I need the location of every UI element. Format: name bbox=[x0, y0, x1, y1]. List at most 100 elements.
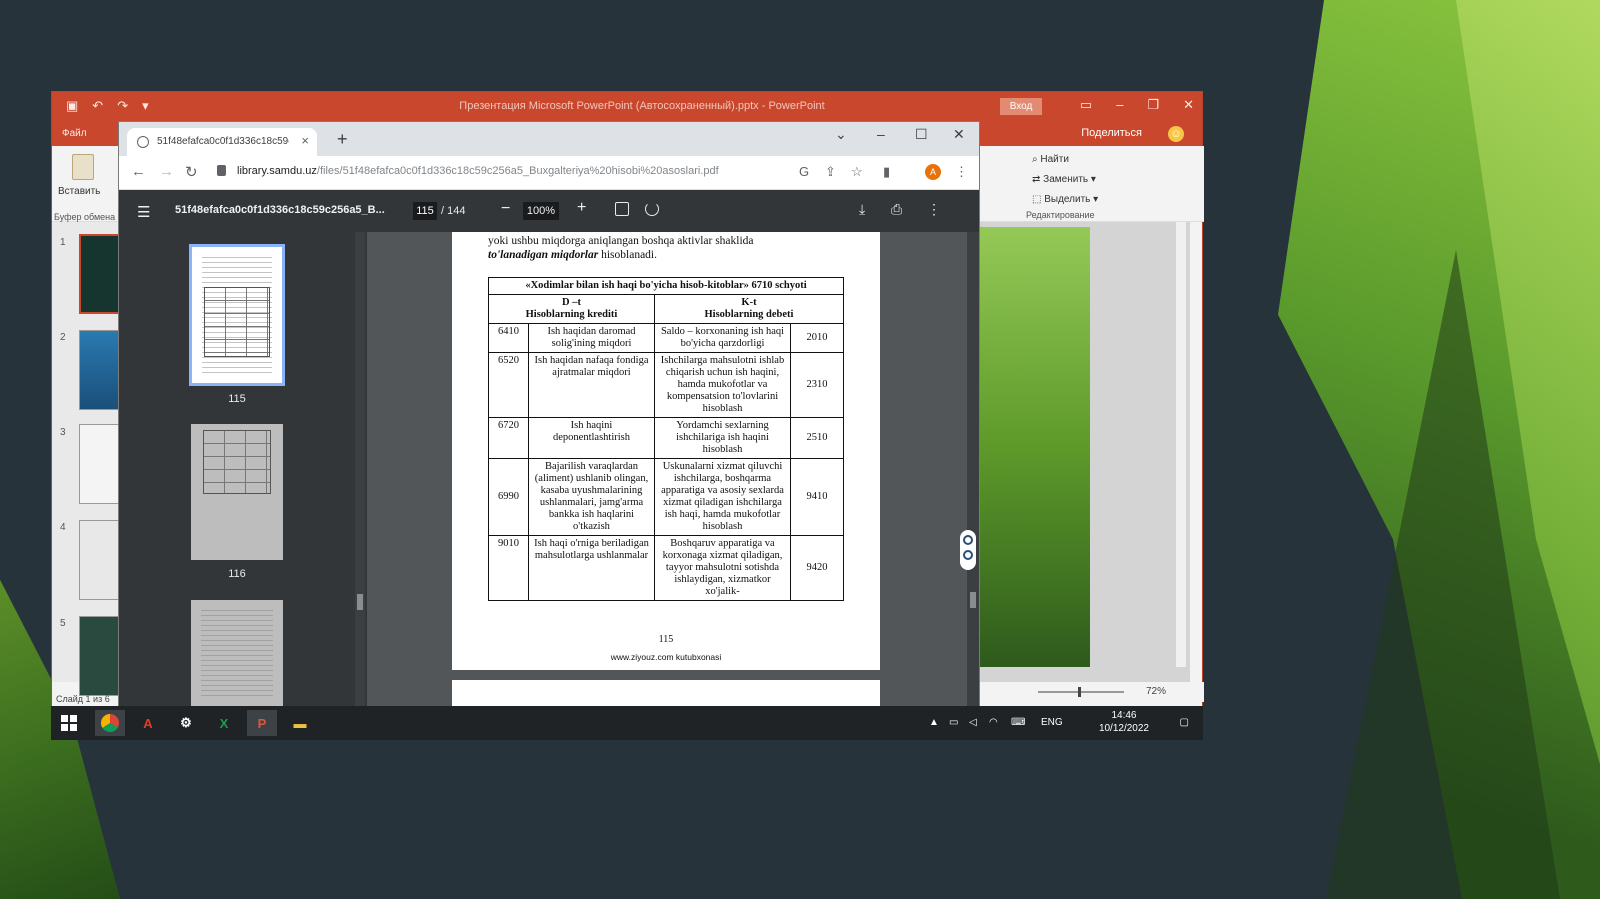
table-row: 9010 Ish haqi o'rniga beriladigan mahsul… bbox=[488, 535, 844, 601]
canvas-scrollbar[interactable] bbox=[1176, 222, 1186, 667]
document-scrollbar[interactable] bbox=[967, 232, 979, 707]
slide-canvas[interactable] bbox=[962, 222, 1190, 682]
keyboard-icon[interactable]: ⌨ bbox=[1011, 717, 1025, 728]
zoom-out-icon[interactable]: − bbox=[501, 200, 510, 218]
find-button[interactable]: ⌕ Найти bbox=[1032, 154, 1069, 165]
windows-start-icon[interactable] bbox=[61, 715, 77, 731]
chrome-taskbar-icon[interactable] bbox=[95, 710, 125, 736]
zoom-in-icon[interactable]: + bbox=[577, 199, 586, 217]
volume-icon[interactable]: ◁ bbox=[969, 717, 977, 728]
slide-number: 4 bbox=[60, 522, 66, 533]
table-cell: Uskunalarni xizmat qiluvchi ishchilarga,… bbox=[654, 458, 791, 536]
close-icon[interactable]: ✕ bbox=[953, 126, 965, 143]
notifications-icon[interactable]: ▢ bbox=[1180, 717, 1189, 728]
maximize-icon[interactable]: ❐ bbox=[1147, 97, 1159, 113]
slide-thumbnail[interactable] bbox=[79, 616, 120, 696]
zoom-input[interactable]: 100% bbox=[523, 202, 559, 220]
redo-icon[interactable]: ↷ bbox=[117, 98, 128, 114]
slide-number: 2 bbox=[60, 332, 66, 343]
table-cell: Boshqaruv apparatiga va korxonaga xizmat… bbox=[654, 535, 791, 601]
reload-icon[interactable]: ↻ bbox=[185, 163, 198, 181]
fit-to-page-icon[interactable] bbox=[615, 202, 629, 216]
document-scroll-handle[interactable] bbox=[970, 592, 976, 608]
table-row: 6990 Bajarilish varaqlardan (aliment) us… bbox=[488, 458, 844, 536]
new-tab-button[interactable]: + bbox=[337, 129, 348, 150]
target-circle-icon[interactable] bbox=[963, 550, 973, 560]
tray-overflow-icon[interactable]: ▲ bbox=[929, 717, 939, 728]
minimize-icon[interactable]: – bbox=[877, 126, 885, 142]
battery-icon[interactable]: ▭ bbox=[949, 717, 958, 728]
login-button[interactable]: Вход bbox=[1000, 98, 1042, 115]
tab-search-icon[interactable]: ⌄ bbox=[835, 126, 847, 143]
tab-title: 51f48efafca0c0f1d336c18c59c2... bbox=[157, 136, 289, 147]
slide-thumbnail[interactable] bbox=[79, 330, 120, 410]
slide-thumbnail[interactable] bbox=[79, 424, 120, 504]
language-indicator[interactable]: ENG bbox=[1041, 717, 1063, 728]
select-button[interactable]: ⬚ Выделить ▾ bbox=[1032, 194, 1098, 205]
slide-thumbnail[interactable] bbox=[79, 520, 120, 600]
print-icon[interactable]: ⎙ bbox=[891, 201, 902, 218]
floating-widget[interactable] bbox=[960, 530, 976, 570]
browser-toolbar: ← → ↻ library.samdu.uz/files/51f48efafca… bbox=[119, 156, 979, 190]
profile-avatar[interactable]: A bbox=[925, 164, 941, 180]
forward-icon[interactable]: → bbox=[159, 163, 174, 180]
feedback-smiley-icon[interactable]: ☺ bbox=[1168, 126, 1184, 142]
share-icon[interactable]: ⇪ bbox=[825, 164, 836, 180]
slide-status: Слайд 1 из 6 bbox=[56, 694, 110, 704]
side-panel-icon[interactable]: ▮ bbox=[883, 164, 890, 180]
rotate-icon[interactable] bbox=[645, 202, 659, 216]
close-icon[interactable]: ✕ bbox=[1183, 97, 1194, 113]
lock-icon[interactable] bbox=[217, 165, 226, 176]
page-thumbnail[interactable] bbox=[191, 424, 283, 560]
minimize-icon[interactable]: – bbox=[1116, 97, 1123, 113]
slides-pane: 1 2 3 4 5 bbox=[52, 222, 120, 696]
bookmark-star-icon[interactable]: ☆ bbox=[851, 164, 863, 180]
slide-number: 1 bbox=[60, 237, 66, 248]
more-options-icon[interactable]: ⋮ bbox=[927, 201, 941, 218]
page-total: / 144 bbox=[441, 205, 466, 217]
table-title: «Xodimlar bilan ish haqi bo'yicha hisob-… bbox=[488, 277, 844, 295]
page-thumbnail[interactable] bbox=[189, 244, 285, 386]
menu-kebab-icon[interactable]: ⋮ bbox=[955, 164, 968, 180]
clock[interactable]: 14:46 10/12/2022 bbox=[1099, 709, 1149, 735]
thumbnail-scrollbar[interactable] bbox=[355, 232, 365, 707]
paste-button[interactable]: Вставить bbox=[58, 186, 100, 197]
settings-gear-icon[interactable]: ⚙ bbox=[171, 710, 201, 736]
close-circle-icon[interactable] bbox=[963, 535, 973, 545]
thumbnail-scroll-handle[interactable] bbox=[357, 594, 363, 610]
slide-thumbnail[interactable] bbox=[79, 234, 120, 314]
powerpoint-taskbar-icon[interactable]: P bbox=[247, 710, 277, 736]
customize-icon[interactable]: ▾ bbox=[142, 98, 149, 114]
account-code: 2010 bbox=[790, 323, 844, 353]
save-icon[interactable]: ▣ bbox=[66, 98, 78, 114]
account-code: 2510 bbox=[790, 417, 844, 459]
account-code: 9010 bbox=[488, 535, 529, 601]
wifi-icon[interactable]: ◠ bbox=[989, 717, 998, 728]
page-number-label: 115 bbox=[658, 634, 674, 645]
sidebar-menu-icon[interactable]: ☰ bbox=[137, 203, 150, 221]
page-thumbnail[interactable] bbox=[191, 600, 283, 707]
ribbon-display-icon[interactable]: ▭ bbox=[1080, 97, 1092, 113]
zoom-level[interactable]: 72% bbox=[1146, 686, 1166, 697]
tab-file[interactable]: Файл bbox=[62, 128, 87, 139]
pdf-page: yoki ushbu miqdorga aniqlangan boshqa ak… bbox=[452, 232, 880, 670]
google-lens-icon[interactable]: G bbox=[799, 164, 809, 179]
address-bar[interactable]: library.samdu.uz/files/51f48efafca0c0f1d… bbox=[237, 165, 817, 177]
file-explorer-icon[interactable]: ▬ bbox=[285, 710, 315, 736]
acrobat-taskbar-icon[interactable]: A bbox=[133, 710, 163, 736]
replace-button[interactable]: ⇄ Заменить ▾ bbox=[1032, 174, 1096, 185]
undo-icon[interactable]: ↶ bbox=[92, 98, 103, 114]
zoom-slider[interactable] bbox=[1038, 687, 1124, 697]
back-icon[interactable]: ← bbox=[131, 163, 146, 180]
paste-icon[interactable] bbox=[72, 154, 94, 180]
download-icon[interactable]: ⤓ bbox=[859, 201, 865, 218]
browser-tab[interactable]: 51f48efafca0c0f1d336c18c59c2... × bbox=[127, 128, 317, 156]
zoom-slider-thumb[interactable] bbox=[1078, 687, 1081, 697]
share-button[interactable]: Поделиться bbox=[1081, 127, 1142, 139]
close-tab-icon[interactable]: × bbox=[301, 133, 309, 148]
page-number-input[interactable]: 115 bbox=[413, 202, 437, 220]
excel-taskbar-icon[interactable]: X bbox=[209, 710, 239, 736]
thumbnail-table bbox=[204, 287, 270, 357]
account-code: 9420 bbox=[790, 535, 844, 601]
maximize-icon[interactable]: ☐ bbox=[915, 126, 928, 143]
